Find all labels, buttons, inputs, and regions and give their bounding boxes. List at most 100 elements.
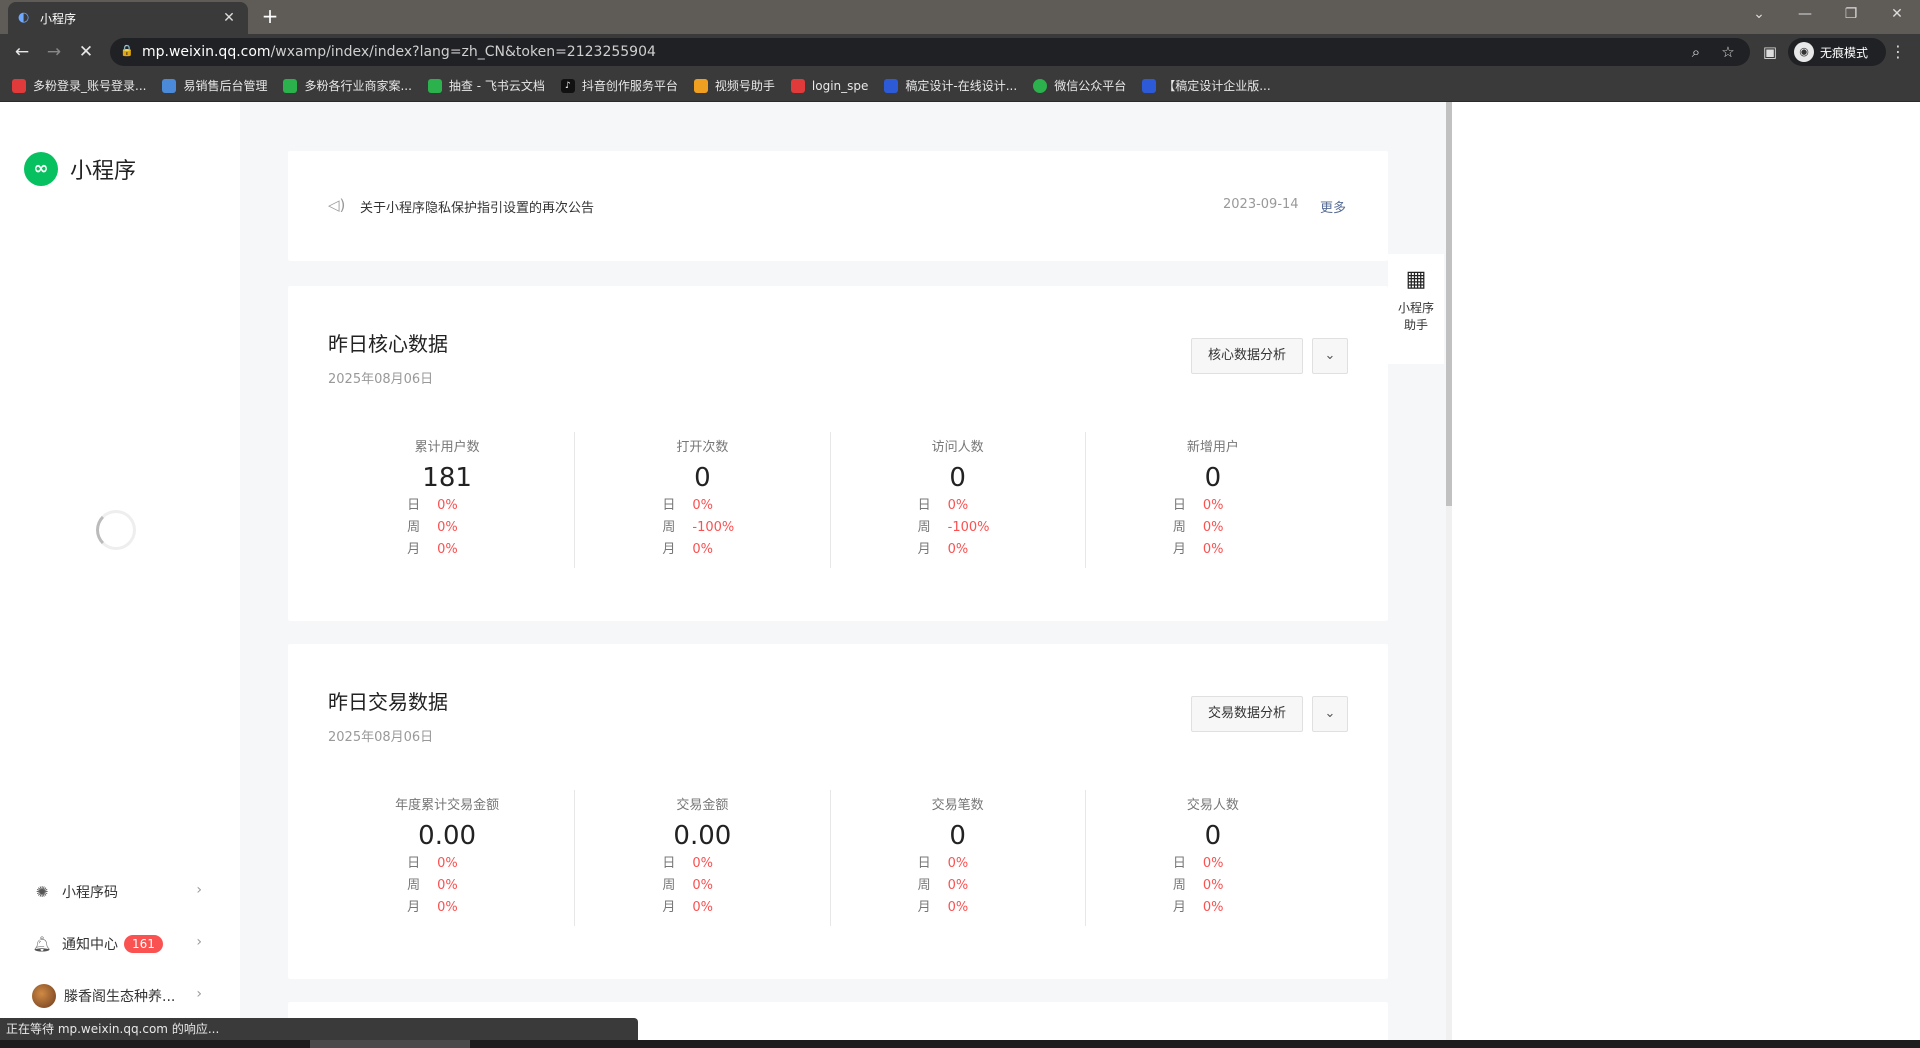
- metric-label: 新增用户: [1186, 440, 1239, 455]
- restore-button[interactable]: ❐: [1828, 0, 1874, 30]
- os-taskbar: [0, 1040, 1920, 1048]
- trade-analysis-button[interactable]: 交易数据分析: [1191, 696, 1304, 732]
- bookmark-favicon-icon: [283, 78, 298, 93]
- metric-day-row: 日 0%: [662, 856, 713, 871]
- card-title: 昨日核心数据: [328, 332, 448, 356]
- sidebar-item-label: 小程序码: [62, 885, 118, 901]
- tab-title: 小程序: [40, 11, 77, 26]
- zoom-icon[interactable]: ⌕: [1686, 42, 1706, 62]
- bookmark-item[interactable]: login_spe: [790, 78, 868, 93]
- forward-arrow-icon[interactable]: →: [42, 40, 66, 64]
- metric-cell: 交易笔数 0 日 0% 周 0% 月 0%: [831, 790, 1086, 926]
- sidebar-item-account[interactable]: 滕香阁生态种养... ›: [32, 984, 202, 1008]
- browser-tab-strip: ◐ 小程序 ✕ + ⌄ — ❐ ✕: [0, 0, 1920, 34]
- tab-close-button[interactable]: ✕: [220, 10, 238, 26]
- metric-day-row: 日 0%: [407, 856, 458, 871]
- core-analysis-button[interactable]: 核心数据分析: [1191, 338, 1304, 374]
- chevron-down-icon[interactable]: ⌄: [1312, 338, 1348, 374]
- metric-value: 0: [949, 821, 966, 851]
- notification-count-badge: 161: [124, 935, 163, 953]
- metric-label: 累计用户数: [414, 440, 480, 455]
- tab-search-button[interactable]: ⌄: [1736, 0, 1782, 30]
- card-date: 2025年08月06日: [328, 730, 434, 745]
- back-arrow-icon[interactable]: ←: [10, 40, 34, 64]
- miniprogram-helper-widget[interactable]: ▦ 小程序 助手: [1388, 254, 1444, 364]
- metrics-row: 年度累计交易金额 0.00 日 0% 周 0% 月 0% 交易金额 0.00 日 0% …: [320, 790, 1340, 926]
- bookmark-item[interactable]: 多粉各行业商家案...: [283, 77, 412, 94]
- metric-value: 0: [949, 463, 966, 493]
- sidebar-item-label: 通知中心: [62, 937, 118, 953]
- metric-month-row: 月 0%: [1172, 542, 1224, 557]
- bookmark-favicon-icon: [162, 78, 177, 93]
- notice-date: 2023-09-14: [1223, 197, 1299, 212]
- bookmark-item[interactable]: ♪ 抖音创作服务平台: [560, 77, 678, 94]
- metric-week-row: 周 0%: [917, 878, 969, 893]
- bookmark-item[interactable]: 【稿定设计企业版...: [1142, 77, 1271, 94]
- metric-month-row: 月 0%: [662, 900, 713, 915]
- helper-label-line1: 小程序: [1397, 301, 1434, 315]
- metric-cell: 累计用户数 181 日 0% 周 0% 月 0%: [320, 432, 576, 568]
- app-name: 小程序: [70, 159, 137, 184]
- metric-value: 181: [422, 463, 472, 493]
- channels-icon: [693, 78, 708, 93]
- browser-tab[interactable]: ◐ 小程序 ✕: [8, 2, 248, 34]
- bookmark-favicon-icon: [427, 78, 442, 93]
- notice-link[interactable]: 关于小程序隐私保护指引设置的再次公告: [360, 197, 594, 216]
- side-panel-icon[interactable]: ▣: [1760, 42, 1780, 62]
- metric-week-row: 周 -100%: [662, 520, 735, 535]
- bookmark-favicon-icon: [790, 78, 805, 93]
- account-name: 滕香阁生态种养...: [64, 989, 176, 1005]
- qrcode-icon: ▦: [1405, 267, 1427, 292]
- tiktok-icon: ♪: [560, 78, 575, 93]
- scrollbar-thumb[interactable]: [1446, 102, 1452, 506]
- notice-more-link[interactable]: 更多: [1320, 197, 1346, 216]
- bookmark-item[interactable]: 微信公众平台: [1033, 77, 1126, 94]
- new-tab-button[interactable]: +: [258, 5, 282, 29]
- metric-week-row: 周 -100%: [917, 520, 990, 535]
- metric-value: 0: [1204, 463, 1222, 493]
- page-right-blank: [1450, 102, 1920, 1048]
- metric-label: 访问人数: [931, 440, 984, 455]
- address-bar[interactable]: 🔒 mp.weixin.qq.com/wxamp/index/index?lan…: [110, 38, 1750, 66]
- sidebar-item-qrcode[interactable]: ✺ 小程序码 ›: [32, 880, 202, 904]
- bell-icon: 🔔︎: [32, 935, 52, 953]
- incognito-indicator[interactable]: ◉ 无痕模式: [1788, 38, 1886, 66]
- taskbar-item[interactable]: [310, 1040, 470, 1048]
- chevron-right-icon: ›: [196, 986, 202, 1002]
- chevron-down-icon[interactable]: ⌄: [1312, 696, 1348, 732]
- metric-day-row: 日 0%: [662, 498, 713, 513]
- metric-cell: 新增用户 0 日 0% 周 0% 月 0%: [1086, 432, 1340, 568]
- close-window-button[interactable]: ✕: [1874, 0, 1920, 30]
- browser-menu-icon[interactable]: ⋮: [1890, 42, 1906, 61]
- app-logo[interactable]: ∞ 小程序: [24, 152, 136, 186]
- metric-day-row: 日 0%: [1172, 498, 1224, 513]
- bookmark-favicon-icon: [12, 78, 26, 93]
- metrics-row: 累计用户数 181 日 0% 周 0% 月 0% 打开次数 0 日 0% 周 -100% …: [320, 432, 1340, 568]
- incognito-label: 无痕模式: [1820, 45, 1869, 60]
- bookmark-item[interactable]: 稿定设计-在线设计...: [884, 77, 1017, 94]
- qrcode-sun-icon: ✺: [35, 883, 49, 901]
- bookmark-item[interactable]: 抽查 - 飞书云文档: [427, 77, 545, 94]
- bookmark-star-icon[interactable]: ☆: [1718, 42, 1738, 62]
- metric-label: 交易笔数: [931, 798, 984, 813]
- metric-month-row: 月 0%: [407, 542, 458, 557]
- metric-value: 0.00: [418, 821, 477, 851]
- bookmark-item[interactable]: 多粉登录_账号登录...: [12, 77, 146, 94]
- chevron-right-icon: ›: [196, 934, 202, 950]
- bookmark-item[interactable]: 易销售后台管理: [162, 77, 267, 94]
- minimize-button[interactable]: —: [1782, 0, 1828, 30]
- incognito-icon: ◉: [1794, 42, 1814, 62]
- lock-icon: 🔒: [120, 44, 134, 57]
- metric-day-row: 日 0%: [1172, 856, 1224, 871]
- url-text: mp.weixin.qq.com/wxamp/index/index?lang=…: [142, 44, 656, 60]
- sidebar-item-notifications[interactable]: 🔔︎ 通知中心 161 ›: [32, 932, 202, 956]
- helper-label-line2: 助手: [1403, 318, 1428, 332]
- stop-loading-icon[interactable]: ✕: [74, 40, 98, 64]
- sidebar: ∞ 小程序 ✺ 小程序码 › 🔔︎ 通知中心 161 › 滕香阁生态种养... …: [0, 102, 240, 1048]
- card-date: 2025年08月06日: [328, 372, 434, 387]
- bookmark-item[interactable]: 视频号助手: [693, 77, 775, 94]
- metric-cell: 访问人数 0 日 0% 周 -100% 月 0%: [831, 432, 1086, 568]
- metric-month-row: 月 0%: [917, 542, 969, 557]
- page-body: ∞ 小程序 ✺ 小程序码 › 🔔︎ 通知中心 161 › 滕香阁生态种养... …: [0, 102, 1450, 1048]
- metric-label: 交易金额: [676, 798, 729, 813]
